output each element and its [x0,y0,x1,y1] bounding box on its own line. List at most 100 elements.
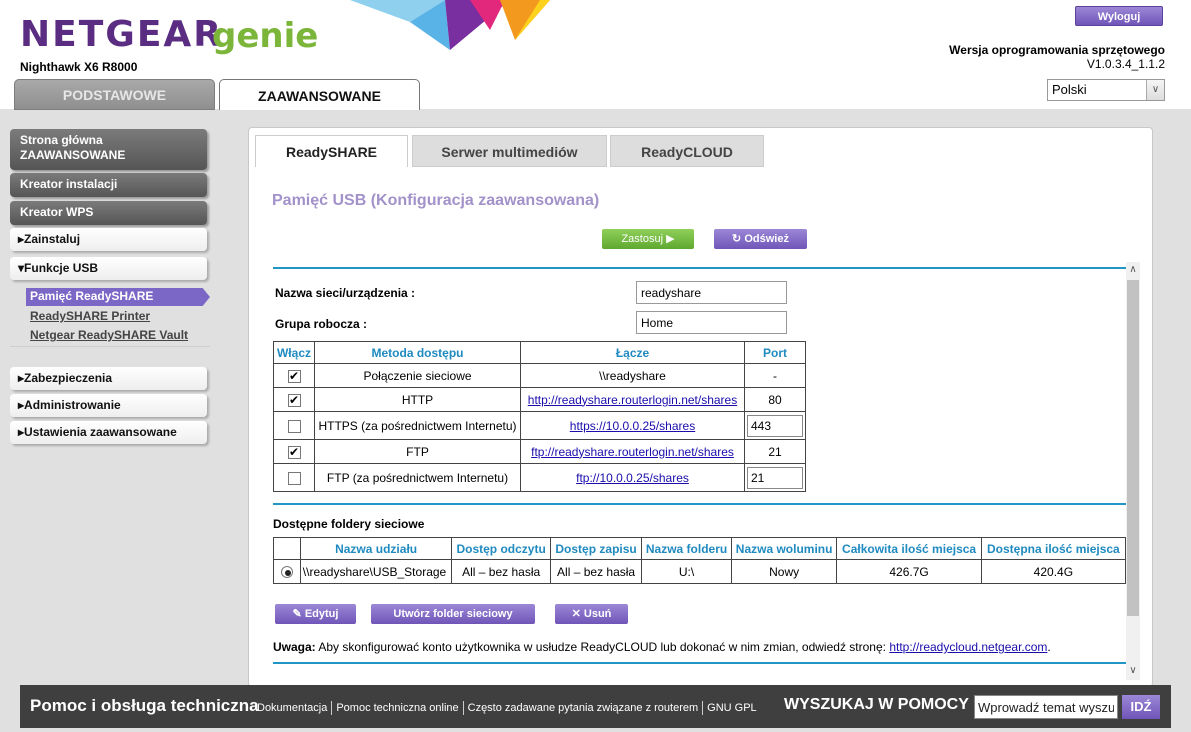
separator [462,701,464,715]
share-name: \\readyshare\USB_Storage [299,559,453,584]
table-row: FTP (za pośrednictwem Internetu) ftp://1… [273,463,806,492]
sidebar-item-label: Funkcje USB [24,261,99,275]
access-port: 21 [744,439,806,464]
enable-checkbox[interactable]: ✔ [287,369,301,383]
workgroup-input[interactable] [636,311,787,334]
page-title: Pamięć USB (Konfiguracja zaawansowana) [272,192,600,209]
volume-name: Nowy [730,559,838,584]
subtab-media-server[interactable]: Serwer multimediów [412,135,607,167]
column-header: Nazwa udziału [299,537,453,560]
help-search-input[interactable] [974,695,1118,719]
separator [331,701,333,715]
scrollbar-thumb[interactable] [1127,280,1139,616]
subtab-readyshare[interactable]: ReadySHARE [255,135,408,167]
edit-button[interactable]: ✎ Edytuj [275,604,356,624]
delete-label: Usuń [583,608,612,620]
footer-title: Pomoc i obsługa techniczna [30,696,259,715]
column-header: Port [744,341,806,364]
chevron-down-icon: ∨ [1146,80,1164,100]
sidebar-item-advanced-setup[interactable]: ▸Ustawienia zaawansowane [10,421,207,444]
access-link: \\readyshare [520,363,745,388]
scroll-up-icon[interactable]: ∧ [1126,263,1140,277]
footer-links: Dokumentacja Pomoc techniczna online Częst… [257,701,757,715]
column-header: Włącz [273,341,315,364]
sidebar-item-label: Administrowanie [24,398,121,412]
firmware-version: V1.0.3.4_1.1.2 [1086,57,1165,71]
note-body: Aby skonfigurować konto użytkownika w us… [318,640,886,654]
access-method: HTTP [314,387,521,412]
total-space: 426.7G [836,559,982,584]
sidebar-item-administration[interactable]: ▸Administrowanie [10,394,207,417]
separator [702,701,704,715]
enable-checkbox[interactable] [287,471,301,485]
folder-name: U:\ [641,559,732,584]
search-go-button[interactable]: IDŹ [1122,695,1160,719]
access-link[interactable]: https://10.0.0.25/shares [570,419,695,433]
device-name-input[interactable] [636,281,787,304]
column-header: Dostępna ilość miejsca [980,537,1126,560]
refresh-icon: ↻ [732,233,742,245]
access-link[interactable]: ftp://10.0.0.25/shares [576,471,689,485]
scroll-down-icon[interactable]: ∨ [1126,664,1140,678]
column-header: Dostęp odczytu [451,537,551,560]
firmware-label: Wersja oprogramowania sprzętowego [949,43,1165,57]
close-icon: ✕ [571,608,581,620]
sidebar-item-label: Zabezpieczenia [24,371,113,385]
tab-basic[interactable]: PODSTAWOWE [14,79,215,110]
sidebar-item-label: Ustawienia zaawansowane [24,425,177,439]
table-row: \\readyshare\USB_Storage All – bez hasła… [273,559,1126,584]
divider [273,267,1126,269]
workgroup-label: Grupa robocza : [275,317,368,331]
sidebar-item-label: Zainstaluj [24,232,81,246]
apply-button[interactable]: Zastosuj ▶ [602,229,694,249]
sidebar-subitem-readyshare-printer[interactable]: ReadySHARE Printer [30,309,150,323]
delete-button[interactable]: ✕ Usuń [555,604,628,624]
sidebar-item-setup-wizard[interactable]: Kreator instalacji [10,173,207,197]
folders-table: Nazwa udziału Dostęp odczytu Dostęp zapi… [273,537,1126,584]
column-header: Całkowita ilość miejsca [836,537,982,560]
logout-button[interactable]: Wyloguj [1075,6,1163,26]
footer-link-documentation[interactable]: Dokumentacja [257,702,327,714]
port-input[interactable] [747,466,803,489]
enable-checkbox[interactable]: ✔ [287,445,301,459]
note-text: Uwaga: Aby skonfigurować konto użytkowni… [273,640,1051,654]
create-folder-button[interactable]: Utwórz folder sieciowy [371,604,535,624]
refresh-button[interactable]: ↻ Odśwież [714,229,807,249]
language-select[interactable]: Polski ∨ [1047,79,1165,101]
sidebar-subitem-readyshare-storage[interactable]: Pamięć ReadySHARE [26,288,210,306]
netgear-logo: NETGEAR [20,14,223,55]
table-row: ✔ Połączenie sieciowe \\readyshare - [273,363,806,388]
access-method: FTP (za pośrednictwem Internetu) [314,463,521,492]
sidebar-subitem-readyshare-vault[interactable]: Netgear ReadySHARE Vault [30,328,188,342]
readycloud-link[interactable]: http://readycloud.netgear.com [889,640,1047,654]
sidebar-item-wps-wizard[interactable]: Kreator WPS [10,201,207,225]
free-space: 420.4G [980,559,1126,584]
enable-checkbox[interactable]: ✔ [287,393,301,407]
access-method-table: Włącz Metoda dostępu Łącze Port ✔ Połącz… [273,341,806,492]
brand-graphic [350,0,550,50]
language-value: Polski [1052,82,1087,97]
genie-logo: genie [212,16,319,56]
port-input[interactable] [747,414,803,437]
divider [273,503,1126,505]
subtab-readycloud[interactable]: ReadyCLOUD [610,135,764,167]
access-link[interactable]: ftp://readyshare.routerlogin.net/shares [531,445,734,459]
sidebar-divider [10,346,210,347]
folders-title: Dostępne foldery sieciowe [273,517,425,531]
access-link[interactable]: http://readyshare.routerlogin.net/shares [528,393,737,407]
enable-checkbox[interactable] [287,419,301,433]
sidebar-item-usb-functions[interactable]: ▾Funkcje USB [10,257,207,280]
access-method: FTP [314,439,521,464]
write-access: All – bez hasła [549,559,643,584]
select-radio[interactable] [280,566,293,579]
footer-link-faq[interactable]: Często zadawane pytania związane z route… [468,702,699,714]
sidebar-item-security[interactable]: ▸Zabezpieczenia [10,367,207,390]
access-port: 80 [744,387,806,412]
sidebar-item-setup[interactable]: ▸Zainstaluj [10,228,207,251]
note-label: Uwaga: [273,640,316,654]
footer-link-gpl[interactable]: GNU GPL [707,702,757,714]
tab-advanced[interactable]: ZAAWANSOWANE [219,79,420,110]
footer-link-online-support[interactable]: Pomoc techniczna online [336,702,458,714]
play-icon: ▶ [666,233,675,245]
sidebar-item-advanced-home[interactable]: Strona główna ZAAWANSOWANE [10,129,207,170]
